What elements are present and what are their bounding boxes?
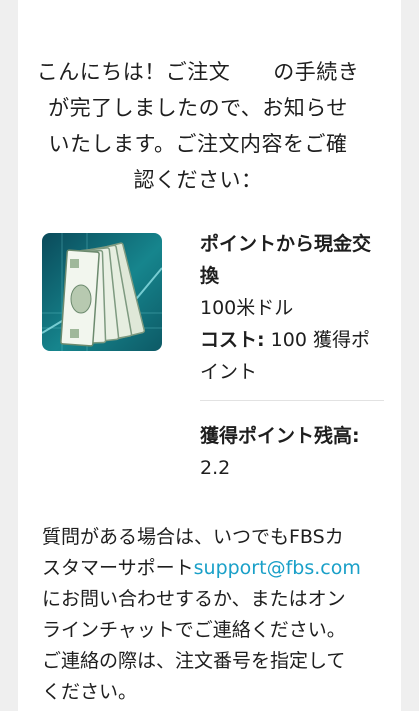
intro-message: こんにちは！ご注文 の手続き が完了しましたので、お知らせ いたします。ご注文内… — [30, 54, 366, 198]
intro-line: こんにちは！ご注文 の手続き — [36, 60, 360, 84]
points-balance: 獲得ポイント残高: 2.2 — [200, 420, 390, 484]
product-cost: コスト: 100 獲得ポ イント — [200, 324, 390, 388]
product-name-line: 換 — [200, 265, 220, 287]
support-line-prefix: スタマーサポート — [42, 557, 194, 579]
support-line: ラインチャットでご連絡ください。 — [42, 619, 346, 641]
product-name: ポイントから現金交 換 — [200, 228, 390, 292]
dollar-bills-icon — [42, 233, 162, 351]
product-amount: 100米ドル — [200, 297, 294, 319]
cost-value-continued: イント — [200, 361, 258, 383]
support-line: にお問い合わせするか、またはオン — [42, 588, 346, 610]
support-line: 質問がある場合は、いつでもFBSカ — [42, 526, 344, 548]
balance-value: 2.2 — [200, 457, 231, 479]
balance-label: 獲得ポイント残高: — [200, 425, 360, 447]
intro-line: いたします。ご注文内容をご確 — [48, 132, 348, 156]
intro-line: が完了しましたので、お知らせ — [48, 96, 348, 120]
cost-value: 100 獲得ポ — [264, 329, 370, 351]
product-details: ポイントから現金交 換 100米ドル コスト: 100 獲得ポ イント — [200, 228, 390, 388]
support-line: ご連絡の際は、注文番号を指定して — [42, 650, 346, 672]
product-image — [42, 233, 162, 351]
cost-label: コスト: — [200, 329, 265, 351]
support-line: ください。 — [42, 681, 138, 703]
support-message: 質問がある場合は、いつでもFBSカ スタマーサポートsupport@fbs.co… — [42, 522, 382, 708]
product-name-line: ポイントから現金交 — [200, 233, 372, 255]
divider — [200, 400, 384, 401]
support-email-link[interactable]: support@fbs.com — [194, 557, 361, 579]
intro-line: 認ください： — [133, 168, 263, 192]
support-line: スタマーサポートsupport@fbs.com — [42, 553, 382, 584]
